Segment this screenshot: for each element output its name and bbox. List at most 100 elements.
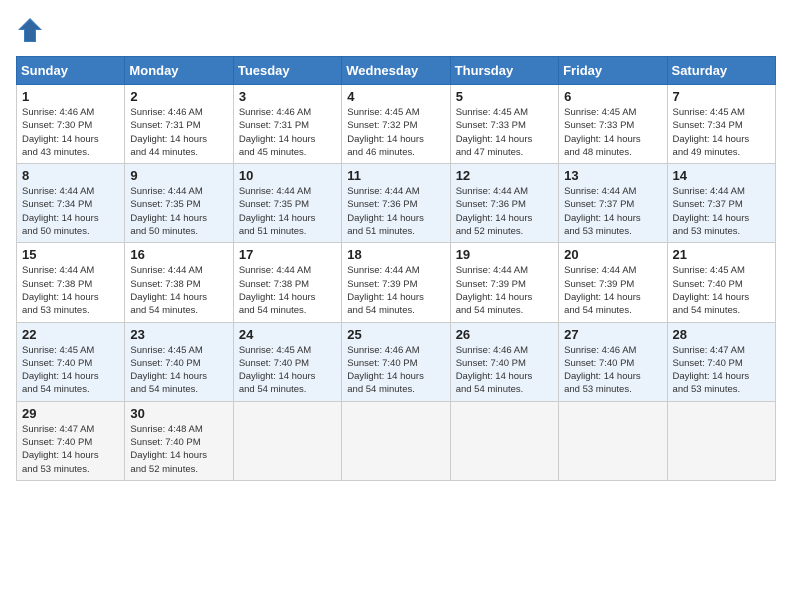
day-number: 14 [673,168,770,183]
day-info: Sunrise: 4:45 AM Sunset: 7:40 PM Dayligh… [673,264,770,317]
day-info: Sunrise: 4:44 AM Sunset: 7:36 PM Dayligh… [456,185,553,238]
calendar-week-row-3: 15 Sunrise: 4:44 AM Sunset: 7:38 PM Dayli… [17,243,776,322]
day-info: Sunrise: 4:45 AM Sunset: 7:32 PM Dayligh… [347,106,444,159]
day-info: Sunrise: 4:44 AM Sunset: 7:39 PM Dayligh… [456,264,553,317]
day-info: Sunrise: 4:45 AM Sunset: 7:34 PM Dayligh… [673,106,770,159]
day-info: Sunrise: 4:44 AM Sunset: 7:35 PM Dayligh… [130,185,227,238]
table-row: 4 Sunrise: 4:45 AM Sunset: 7:32 PM Daylig… [342,85,450,164]
day-info: Sunrise: 4:45 AM Sunset: 7:33 PM Dayligh… [564,106,661,159]
day-info: Sunrise: 4:44 AM Sunset: 7:37 PM Dayligh… [564,185,661,238]
logo [16,16,48,44]
day-number: 16 [130,247,227,262]
day-info: Sunrise: 4:46 AM Sunset: 7:31 PM Dayligh… [239,106,336,159]
table-row: 2 Sunrise: 4:46 AM Sunset: 7:31 PM Daylig… [125,85,233,164]
table-row: 6 Sunrise: 4:45 AM Sunset: 7:33 PM Daylig… [559,85,667,164]
day-info: Sunrise: 4:44 AM Sunset: 7:39 PM Dayligh… [347,264,444,317]
day-info: Sunrise: 4:44 AM Sunset: 7:37 PM Dayligh… [673,185,770,238]
day-info: Sunrise: 4:46 AM Sunset: 7:30 PM Dayligh… [22,106,119,159]
table-row: 5 Sunrise: 4:45 AM Sunset: 7:33 PM Daylig… [450,85,558,164]
day-number: 17 [239,247,336,262]
day-number: 4 [347,89,444,104]
day-number: 23 [130,327,227,342]
table-row: 12 Sunrise: 4:44 AM Sunset: 7:36 PM Dayli… [450,164,558,243]
table-row [233,401,341,480]
calendar-week-row-5: 29Sunrise: 4:47 AM Sunset: 7:40 PM Dayli… [17,401,776,480]
day-info: Sunrise: 4:45 AM Sunset: 7:33 PM Dayligh… [456,106,553,159]
table-row: 10 Sunrise: 4:44 AM Sunset: 7:35 PM Dayli… [233,164,341,243]
table-row [559,401,667,480]
table-row: 20 Sunrise: 4:44 AM Sunset: 7:39 PM Dayli… [559,243,667,322]
day-info: Sunrise: 4:46 AM Sunset: 7:40 PM Dayligh… [564,344,661,397]
page-header [16,16,776,44]
day-number: 2 [130,89,227,104]
day-number: 29 [22,406,119,421]
day-number: 24 [239,327,336,342]
day-number: 19 [456,247,553,262]
day-number: 12 [456,168,553,183]
day-info: Sunrise: 4:45 AM Sunset: 7:40 PM Dayligh… [239,344,336,397]
day-number: 20 [564,247,661,262]
day-number: 26 [456,327,553,342]
table-row [450,401,558,480]
day-info: Sunrise: 4:44 AM Sunset: 7:34 PM Dayligh… [22,185,119,238]
table-row: 25 Sunrise: 4:46 AM Sunset: 7:40 PM Dayli… [342,322,450,401]
table-row: 3 Sunrise: 4:46 AM Sunset: 7:31 PM Daylig… [233,85,341,164]
table-row: 27 Sunrise: 4:46 AM Sunset: 7:40 PM Dayli… [559,322,667,401]
day-number: 6 [564,89,661,104]
day-number: 7 [673,89,770,104]
day-info: Sunrise: 4:44 AM Sunset: 7:36 PM Dayligh… [347,185,444,238]
calendar-table: Sunday Monday Tuesday Wednesday Thursday… [16,56,776,481]
day-number: 30 [130,406,227,421]
table-row: 13 Sunrise: 4:44 AM Sunset: 7:37 PM Dayli… [559,164,667,243]
table-row: 26 Sunrise: 4:46 AM Sunset: 7:40 PM Dayli… [450,322,558,401]
table-row: 1 Sunrise: 4:46 AM Sunset: 7:30 PM Daylig… [17,85,125,164]
day-info: Sunrise: 4:44 AM Sunset: 7:38 PM Dayligh… [239,264,336,317]
day-number: 25 [347,327,444,342]
day-number: 8 [22,168,119,183]
day-info: Sunrise: 4:46 AM Sunset: 7:40 PM Dayligh… [456,344,553,397]
day-info: Sunrise: 4:48 AM Sunset: 7:40 PM Dayligh… [130,423,227,476]
calendar-week-row-4: 22Sunrise: 4:45 AM Sunset: 7:40 PM Dayli… [17,322,776,401]
table-row: 7 Sunrise: 4:45 AM Sunset: 7:34 PM Daylig… [667,85,775,164]
day-number: 28 [673,327,770,342]
day-info: Sunrise: 4:44 AM Sunset: 7:39 PM Dayligh… [564,264,661,317]
day-number: 3 [239,89,336,104]
day-info: Sunrise: 4:45 AM Sunset: 7:40 PM Dayligh… [22,344,119,397]
day-number: 27 [564,327,661,342]
day-info: Sunrise: 4:44 AM Sunset: 7:35 PM Dayligh… [239,185,336,238]
table-row: 28 Sunrise: 4:47 AM Sunset: 7:40 PM Dayli… [667,322,775,401]
day-number: 9 [130,168,227,183]
day-info: Sunrise: 4:45 AM Sunset: 7:40 PM Dayligh… [130,344,227,397]
table-row: 8 Sunrise: 4:44 AM Sunset: 7:34 PM Daylig… [17,164,125,243]
table-row: 11 Sunrise: 4:44 AM Sunset: 7:36 PM Dayli… [342,164,450,243]
day-number: 13 [564,168,661,183]
table-row: 23 Sunrise: 4:45 AM Sunset: 7:40 PM Dayli… [125,322,233,401]
day-number: 10 [239,168,336,183]
table-row: 9 Sunrise: 4:44 AM Sunset: 7:35 PM Daylig… [125,164,233,243]
day-info: Sunrise: 4:46 AM Sunset: 7:40 PM Dayligh… [347,344,444,397]
day-number: 11 [347,168,444,183]
col-sunday: Sunday [17,57,125,85]
calendar-week-row-2: 8 Sunrise: 4:44 AM Sunset: 7:34 PM Daylig… [17,164,776,243]
day-number: 5 [456,89,553,104]
day-number: 1 [22,89,119,104]
table-row: 29Sunrise: 4:47 AM Sunset: 7:40 PM Dayli… [17,401,125,480]
calendar-week-row-1: 1 Sunrise: 4:46 AM Sunset: 7:30 PM Daylig… [17,85,776,164]
table-row: 14 Sunrise: 4:44 AM Sunset: 7:37 PM Dayli… [667,164,775,243]
col-monday: Monday [125,57,233,85]
table-row: 17 Sunrise: 4:44 AM Sunset: 7:38 PM Dayli… [233,243,341,322]
day-info: Sunrise: 4:47 AM Sunset: 7:40 PM Dayligh… [673,344,770,397]
day-number: 18 [347,247,444,262]
day-info: Sunrise: 4:44 AM Sunset: 7:38 PM Dayligh… [130,264,227,317]
day-info: Sunrise: 4:46 AM Sunset: 7:31 PM Dayligh… [130,106,227,159]
table-row: 16 Sunrise: 4:44 AM Sunset: 7:38 PM Dayli… [125,243,233,322]
table-row: 15Sunrise: 4:44 AM Sunset: 7:38 PM Dayli… [17,243,125,322]
table-row: 18 Sunrise: 4:44 AM Sunset: 7:39 PM Dayli… [342,243,450,322]
col-tuesday: Tuesday [233,57,341,85]
col-thursday: Thursday [450,57,558,85]
table-row [667,401,775,480]
day-number: 15 [22,247,119,262]
table-row: 24 Sunrise: 4:45 AM Sunset: 7:40 PM Dayli… [233,322,341,401]
col-wednesday: Wednesday [342,57,450,85]
day-number: 21 [673,247,770,262]
